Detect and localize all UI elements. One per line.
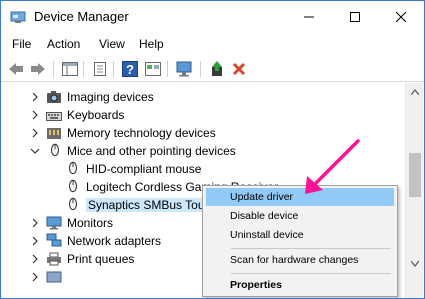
tree-item-label: Network adapters [67,234,162,248]
memory-card-icon [47,128,61,139]
view-pane-icon [145,62,161,76]
tree-item-label: Memory technology devices [67,126,216,140]
menu-file[interactable]: File [12,37,31,51]
tree-item-label: Mice and other pointing devices [67,144,236,158]
toolbar-separator [53,61,54,77]
uninstall-toolbar-button[interactable] [229,59,249,79]
menu-bar: File Action View Help [1,33,424,55]
device-manager-app-icon [10,11,26,23]
toolbar-separator [200,61,201,77]
tree-item-imaging-devices[interactable]: Imaging devices [1,88,401,106]
console-tree-icon [62,62,78,76]
menu-action[interactable]: Action [47,37,80,51]
monitor-scan-icon [176,61,192,77]
camera-icon [47,91,61,103]
ctx-update-driver[interactable]: Update driver [206,188,394,206]
menu-help[interactable]: Help [139,37,164,51]
tree-item-mice-and-other-pointing-devices[interactable]: Mice and other pointing devices [1,142,401,160]
mouse-icon [68,179,78,193]
chevron-right-icon[interactable] [30,254,40,264]
device-manager-window: Device Manager File Action View Help ? I… [0,0,425,299]
ctx-item-label: Scan for hardware changes [230,254,359,266]
keyboard-icon [46,112,62,121]
close-button[interactable] [378,1,424,33]
forward-button[interactable] [28,59,48,79]
close-icon [396,12,406,22]
chevron-right-icon[interactable] [30,272,40,282]
action-view-button[interactable] [143,59,163,79]
ctx-item-label: Update driver [230,191,294,203]
chevron-right-icon[interactable] [30,218,40,228]
scrollbar-thumb[interactable] [409,153,421,197]
tree-item-memory-technology-devices[interactable]: Memory technology devices [1,124,401,142]
tree-item-label: Print queues [67,252,135,266]
device-icon [46,271,62,283]
update-driver-icon [212,61,222,76]
ctx-disable-device[interactable]: Disable device [206,207,394,225]
maximize-button[interactable] [332,1,378,33]
help-button[interactable]: ? [120,59,140,79]
monitor-icon [46,216,62,230]
scroll-up-arrow-icon[interactable] [411,89,419,95]
ctx-item-label: Disable device [230,210,299,222]
maximize-icon [350,12,360,22]
delete-x-icon [232,62,246,76]
chevron-right-icon[interactable] [30,236,40,246]
context-menu: Update driver Disable device Uninstall d… [202,185,398,297]
title-bar[interactable]: Device Manager [1,1,424,33]
properties-sheet-icon [94,62,106,76]
tree-item-label: Monitors [67,216,114,230]
tree-item-label: HID-compliant mouse [86,162,202,176]
network-icon [46,233,62,247]
printer-icon [47,252,61,266]
chevron-right-icon[interactable] [30,128,40,138]
tree-item-label: Keyboards [67,108,125,122]
window-title: Device Manager [34,9,129,24]
update-driver-toolbar-button[interactable] [207,59,227,79]
minimize-button[interactable] [286,1,332,33]
back-arrow-icon [9,63,23,75]
scroll-down-arrow-icon[interactable] [411,261,419,267]
toolbar-separator [83,61,84,77]
minimize-icon [304,16,314,18]
scan-hardware-button[interactable] [175,59,195,79]
ctx-properties[interactable]: Properties [206,276,394,294]
menu-view[interactable]: View [99,37,125,51]
ctx-uninstall-device[interactable]: Uninstall device [206,226,394,244]
chevron-right-icon[interactable] [30,110,40,120]
ctx-item-label: Uninstall device [230,229,304,241]
chevron-right-icon[interactable] [30,92,40,102]
toolbar-separator [167,61,168,77]
toolbar: ? [1,55,424,82]
ctx-item-label: Properties [230,279,282,291]
tree-item-keyboards[interactable]: Keyboards [1,106,401,124]
back-button[interactable] [6,59,26,79]
ctx-scan-hardware-changes[interactable]: Scan for hardware changes [206,251,394,269]
chevron-down-icon[interactable] [30,146,40,156]
properties-button[interactable] [90,59,110,79]
mouse-icon [68,161,78,175]
ctx-separator [231,273,391,274]
help-icon: ? [122,61,138,77]
forward-arrow-icon [31,63,45,75]
mouse-icon [68,197,78,211]
svg-text:?: ? [126,62,134,77]
vertical-scrollbar[interactable] [405,83,423,298]
mouse-icon [50,143,60,157]
show-hide-console-tree-button[interactable] [60,59,80,79]
ctx-separator [231,248,391,249]
tree-item-hid-compliant-mouse[interactable]: HID-compliant mouse [1,160,401,178]
toolbar-separator [113,61,114,77]
tree-item-label: Imaging devices [67,90,154,104]
